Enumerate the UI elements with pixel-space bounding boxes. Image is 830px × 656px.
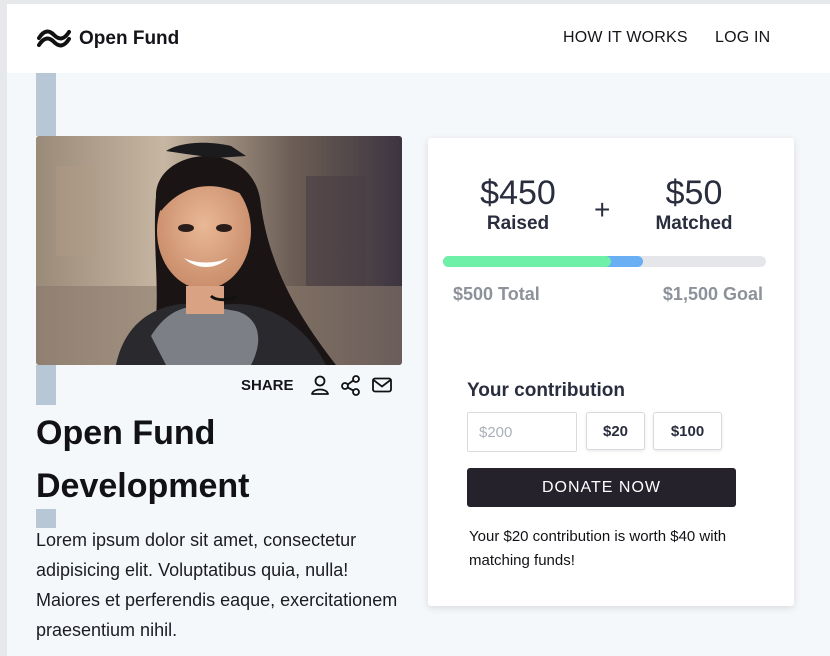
plus-sign: + bbox=[594, 194, 611, 225]
funding-progress-bar bbox=[443, 256, 766, 267]
mail-icon[interactable] bbox=[371, 374, 393, 396]
share-icon[interactable] bbox=[340, 374, 362, 396]
nav-how-it-works[interactable]: HOW IT WORKS bbox=[563, 29, 688, 47]
preset-20-button[interactable]: $20 bbox=[586, 412, 645, 450]
decor-block bbox=[36, 365, 56, 405]
page-frame: Open Fund HOW IT WORKS LOG IN SHARE Open… bbox=[7, 4, 830, 656]
wave-logo-icon[interactable] bbox=[37, 26, 71, 50]
nav-log-in[interactable]: LOG IN bbox=[715, 29, 770, 47]
total-label: $500 Total bbox=[453, 284, 540, 304]
matched-label: Matched bbox=[655, 213, 733, 234]
share-label: SHARE bbox=[241, 377, 294, 394]
raised-amount: $450 bbox=[480, 174, 556, 212]
navbar: Open Fund HOW IT WORKS LOG IN bbox=[7, 4, 830, 73]
matched-amount: $50 bbox=[665, 174, 723, 212]
decor-block bbox=[36, 73, 56, 136]
donate-now-button[interactable]: DONATE NOW bbox=[467, 468, 736, 507]
person-icon[interactable] bbox=[309, 374, 331, 396]
project-title: Open Fund Development bbox=[36, 414, 250, 505]
project-description: Lorem ipsum dolor sit amet, consectetur … bbox=[36, 530, 398, 640]
contribution-amount-input[interactable] bbox=[467, 412, 577, 452]
contribution-heading: Your contribution bbox=[467, 380, 625, 401]
preset-100-button[interactable]: $100 bbox=[653, 412, 722, 450]
portrait-photo bbox=[36, 136, 402, 365]
matching-note: Your $20 contribution is worth $40 with … bbox=[469, 528, 727, 569]
progress-fill-raised bbox=[443, 256, 611, 267]
raised-label: Raised bbox=[486, 213, 550, 234]
brand-name[interactable]: Open Fund bbox=[79, 28, 179, 50]
goal-label: $1,500 Goal bbox=[662, 284, 763, 304]
donation-card: $450 Raised + $50 Matched $500 Total $1,… bbox=[428, 138, 794, 606]
